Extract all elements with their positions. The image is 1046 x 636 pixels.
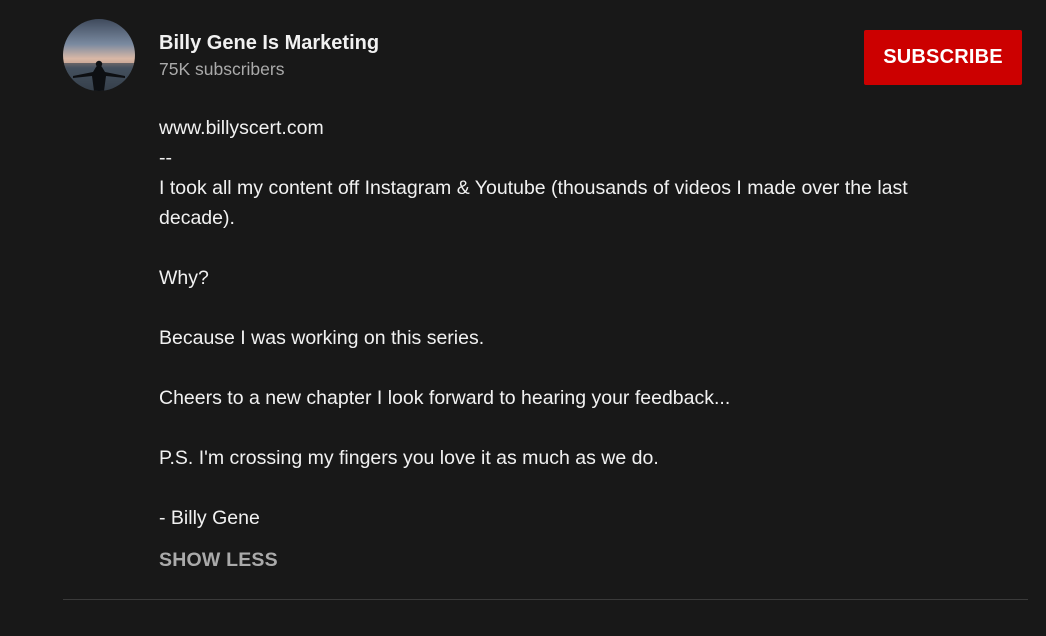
video-description: www.billyscert.com -- I took all my cont… — [159, 113, 999, 533]
description-blank-line — [159, 413, 999, 443]
description-blank-line — [159, 233, 999, 263]
description-link[interactable]: www.billyscert.com — [159, 117, 324, 139]
description-paragraph-1-line-2: decade). — [159, 207, 235, 229]
description-blank-line — [159, 293, 999, 323]
subscriber-count: 75K subscribers — [159, 59, 285, 79]
channel-avatar[interactable] — [63, 19, 135, 91]
description-paragraph-4: Cheers to a new chapter I look forward t… — [159, 387, 731, 409]
video-owner-row: Billy Gene Is Marketing 75K subscribers … — [63, 19, 1022, 91]
show-less-button[interactable]: SHOW LESS — [159, 548, 278, 572]
description-separator: -- — [159, 147, 172, 169]
section-divider — [63, 599, 1028, 600]
description-signature: - Billy Gene — [159, 507, 260, 529]
description-paragraph-5: P.S. I'm crossing my fingers you love it… — [159, 447, 659, 469]
channel-meta: Billy Gene Is Marketing 75K subscribers — [159, 30, 379, 81]
description-paragraph-1-line-1: I took all my content off Instagram & Yo… — [159, 177, 908, 199]
description-blank-line — [159, 473, 999, 503]
subscribe-button[interactable]: SUBSCRIBE — [864, 30, 1022, 85]
description-paragraph-2: Why? — [159, 267, 209, 289]
description-blank-line — [159, 353, 999, 383]
avatar-image — [63, 19, 135, 91]
description-paragraph-3: Because I was working on this series. — [159, 327, 485, 349]
channel-name[interactable]: Billy Gene Is Marketing — [159, 30, 379, 56]
